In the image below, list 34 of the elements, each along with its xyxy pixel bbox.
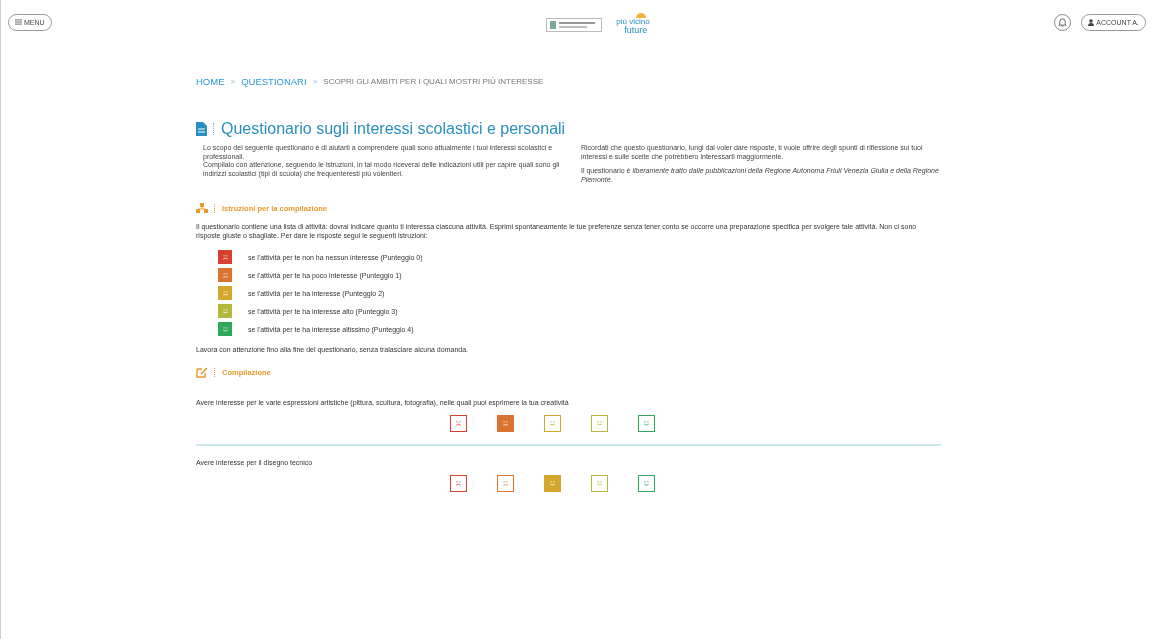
notification-button[interactable] (1054, 13, 1072, 31)
face-icon (454, 479, 463, 488)
user-icon (1088, 18, 1095, 26)
breadcrumb-separator: > (230, 77, 236, 86)
breadcrumb-separator: > (312, 77, 318, 86)
face-icon (595, 479, 604, 488)
face-icon (548, 479, 557, 488)
rating-option[interactable] (638, 415, 655, 432)
logo-icon (546, 18, 603, 32)
rating-option[interactable] (450, 475, 467, 492)
face-icon (454, 419, 463, 428)
sun-icon (633, 10, 648, 18)
rating-option[interactable] (450, 415, 467, 432)
breadcrumb-current: SCOPRI GLI AMBITI PER I QUALI MOSTRI PIÙ INTERESSE (323, 77, 544, 86)
rating-option[interactable] (497, 475, 514, 492)
document-icon (196, 122, 207, 136)
bell-icon (1058, 17, 1068, 27)
edit-icon (196, 367, 208, 378)
face-icon (642, 419, 651, 428)
rating-option[interactable] (638, 475, 655, 492)
breadcrumb-link[interactable]: HOME (196, 76, 225, 87)
face-icon (548, 419, 557, 428)
face-icon (501, 419, 510, 428)
face-icon (642, 479, 651, 488)
face-icon (595, 419, 604, 428)
hierarchy-icon (196, 203, 208, 213)
breadcrumb-link[interactable]: QUESTIONARI (241, 76, 307, 87)
page-title: Questionario sugli interessi scolastici e personali (221, 120, 566, 138)
face-icon (501, 479, 510, 488)
brand-logo[interactable]: più vicino future (616, 16, 650, 34)
menu-icon (15, 19, 22, 25)
rating-option[interactable] (591, 475, 608, 492)
rating-option[interactable] (544, 415, 561, 432)
rating-option[interactable] (591, 415, 608, 432)
